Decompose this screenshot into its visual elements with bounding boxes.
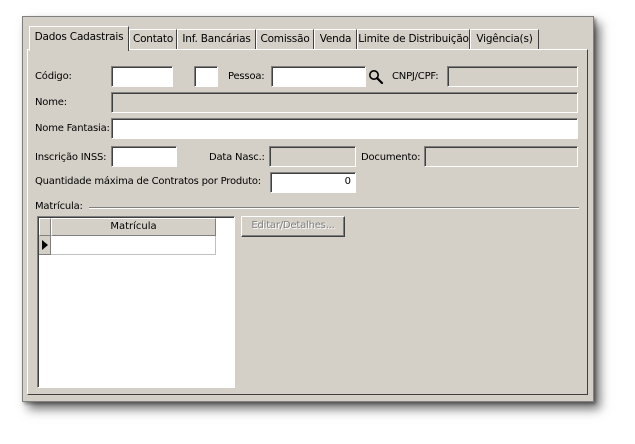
tab-vigencias[interactable]: Vigência(s)	[470, 29, 539, 49]
dialog-window: Dados Cadastrais Contato Inf. Bancárias …	[22, 16, 594, 402]
tab-limite-distribuicao[interactable]: Limite de Distribuição	[357, 29, 470, 49]
tab-venda[interactable]: Venda	[314, 29, 357, 49]
tab-inf-bancarias[interactable]: Inf. Bancárias	[177, 29, 256, 49]
tab-comissao[interactable]: Comissão	[256, 29, 314, 49]
tab-panel	[27, 49, 588, 395]
tab-dados-cadastrais[interactable]: Dados Cadastrais	[29, 26, 129, 51]
tab-contato[interactable]: Contato	[129, 29, 177, 49]
